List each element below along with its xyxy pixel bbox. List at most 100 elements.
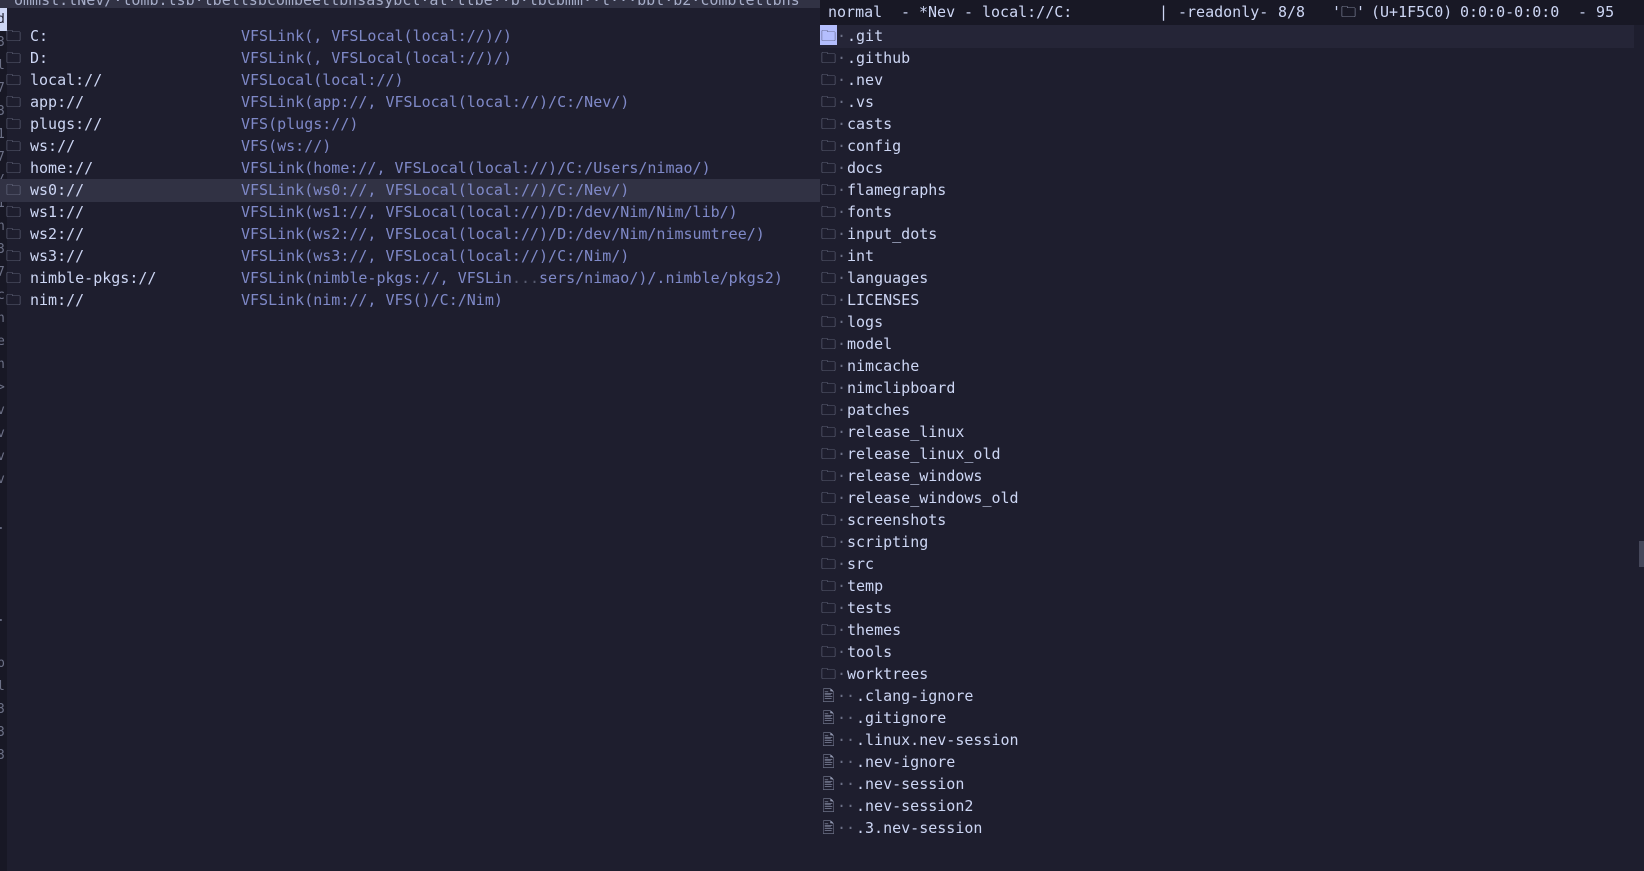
folder-entry[interactable]: 🗀 · int — [820, 245, 1634, 268]
indent-guide: · — [837, 93, 847, 111]
vfs-row[interactable]: 🗀 plugs:// VFS(plugs://) — [0, 113, 820, 136]
folder-entry[interactable]: 🗀 · screenshots — [820, 509, 1634, 532]
vfs-row[interactable]: 🗀 ws3:// VFSLink(ws3://, VFSLocal(local://… — [0, 245, 820, 268]
vfs-row[interactable]: 🗀 app:// VFSLink(app://, VFSLocal(local://… — [0, 91, 820, 114]
file-entry[interactable]: 🖹 ·· .clang-ignore — [820, 685, 1634, 708]
indent-guide: ·· — [837, 753, 856, 771]
folder-entry[interactable]: 🗀 · release_windows_old — [820, 487, 1634, 510]
entry-name: .git — [847, 27, 884, 45]
folder-entry[interactable]: 🗀 · flamegraphs — [820, 179, 1634, 202]
vfs-row[interactable]: 🗀 ws2:// VFSLink(ws2://, VFSLocal(local://… — [0, 223, 820, 246]
entry-name: .nev-ignore — [856, 753, 956, 771]
vfs-target-text: VFSLink(app://, VFSLocal(local://)/C:/Ne… — [241, 93, 630, 111]
folder-entry[interactable]: 🗀 · tests — [820, 597, 1634, 620]
entry-name: nimclipboard — [847, 379, 956, 397]
indent-guide: · — [837, 511, 847, 529]
folder-icon: 🗀 — [6, 137, 22, 155]
document-title: *Nev — [919, 3, 956, 21]
entry-name: release_windows_old — [847, 489, 1019, 507]
entry-name: release_windows — [847, 467, 983, 485]
folder-entry[interactable]: 🗀 · worktrees — [820, 663, 1634, 686]
vfs-row[interactable]: 🗀 nim:// VFSLink(nim://, VFS()/C:/Nim) — [0, 289, 820, 312]
vfs-row[interactable]: 🗀 D: VFSLink(, VFSLocal(local://)/) — [0, 47, 820, 70]
indent-guide: · — [837, 621, 847, 639]
folder-entry[interactable]: 🗀 · logs — [820, 311, 1634, 334]
entry-name: model — [847, 335, 893, 353]
folder-entry[interactable]: 🗀 · patches — [820, 399, 1634, 422]
indent-guide: ·· — [837, 687, 856, 705]
selection-range: 0:0:0-0:0:0 — [1460, 3, 1560, 21]
vfs-mount-name: ws1:// — [30, 203, 85, 221]
folder-entry[interactable]: 🗀 · .git — [820, 25, 1634, 48]
entry-name: input_dots — [847, 225, 938, 243]
indent-guide: ·· — [837, 775, 856, 793]
indent-guide: · — [837, 643, 847, 661]
folder-entry[interactable]: 🗀 · languages — [820, 267, 1634, 290]
vfs-row[interactable]: 🗀 ws1:// VFSLink(ws1://, VFSLocal(local://… — [0, 201, 820, 224]
indent-guide: ·· — [837, 709, 856, 727]
scrollbar-thumb[interactable] — [1639, 541, 1644, 567]
folder-entry[interactable]: 🗀 · .nev — [820, 69, 1634, 92]
folder-entry[interactable]: 🗀 · scripting — [820, 531, 1634, 554]
folder-entry[interactable]: 🗀 · release_linux — [820, 421, 1634, 444]
folder-icon: 🗀 — [820, 159, 836, 177]
file-entry[interactable]: 🖹 ·· .nev-session2 — [820, 795, 1634, 818]
file-entry[interactable]: 🖹 ·· .gitignore — [820, 707, 1634, 730]
folder-icon: 🗀 — [820, 269, 836, 287]
folder-icon: 🗀 — [6, 269, 22, 287]
vfs-mount-name: C: — [30, 27, 49, 45]
indent-guide: · — [837, 27, 847, 45]
folder-entry[interactable]: 🗀 · fonts — [820, 201, 1634, 224]
folder-icon: 🗀 — [820, 555, 836, 573]
folder-icon: 🗀 — [820, 533, 836, 551]
vfs-target-text: VFSLink(home://, VFSLocal(local://)/C:/U… — [241, 159, 711, 177]
vfs-row[interactable]: 🗀 C: VFSLink(, VFSLocal(local://)/) — [0, 25, 820, 48]
folder-entry[interactable]: 🗀 · temp — [820, 575, 1634, 598]
file-icon: 🖹 — [822, 775, 835, 793]
folder-entry[interactable]: 🗀 · release_linux_old — [820, 443, 1634, 466]
folder-entry[interactable]: 🗀 · .github — [820, 47, 1634, 70]
folder-icon: 🗀 — [820, 379, 836, 397]
entry-name: release_linux — [847, 423, 965, 441]
vfs-mount-list[interactable]: 🗀 C: VFSLink(, VFSLocal(local://)/) 🗀 D: VFSL… — [0, 25, 820, 871]
vfs-target: VFS(plugs://) — [241, 113, 358, 136]
file-explorer-pane[interactable]: normal - *Nev - local://C: | -readonly- … — [820, 0, 1644, 871]
folder-entry[interactable]: 🗀 · src — [820, 553, 1634, 576]
folder-entry[interactable]: 🗀 · docs — [820, 157, 1634, 180]
folder-entry[interactable]: 🗀 · release_windows — [820, 465, 1634, 488]
vfs-row[interactable]: 🗀 nimble-pkgs:// VFSLink(nimble-pkgs://, V… — [0, 267, 820, 290]
folder-entry[interactable]: 🗀 · nimcache — [820, 355, 1634, 378]
folder-entry[interactable]: 🗀 · LICENSES — [820, 289, 1634, 312]
file-entry[interactable]: 🖹 ·· .nev-session — [820, 773, 1634, 796]
vfs-row[interactable]: 🗀 local:// VFSLocal(local://) — [0, 69, 820, 92]
folder-entry[interactable]: 🗀 · tools — [820, 641, 1634, 664]
indent-guide: · — [837, 225, 847, 243]
folder-entry[interactable]: 🗀 · nimclipboard — [820, 377, 1634, 400]
folder-entry[interactable]: 🗀 · casts — [820, 113, 1634, 136]
file-entry[interactable]: 🖹 ·· .nev-ignore — [820, 751, 1634, 774]
entry-name: .vs — [847, 93, 875, 111]
folder-entry[interactable]: 🗀 · input_dots — [820, 223, 1634, 246]
vfs-row[interactable]: 🗀 ws0:// VFSLink(ws0://, VFSLocal(local://… — [0, 179, 820, 202]
folder-entry[interactable]: 🗀 · themes — [820, 619, 1634, 642]
status-separator: - — [901, 3, 911, 21]
folder-entry[interactable]: 🗀 · model — [820, 333, 1634, 356]
file-entry[interactable]: 🖹 ·· .linux.nev-session — [820, 729, 1634, 752]
folder-entry[interactable]: 🗀 · .vs — [820, 91, 1634, 114]
file-icon: 🖹 — [822, 731, 835, 749]
vfs-row[interactable]: 🗀 home:// VFSLink(home://, VFSLocal(local:… — [0, 157, 820, 180]
folder-icon: 🗀 — [6, 49, 22, 67]
file-icon: 🖹 — [822, 819, 835, 837]
vfs-row[interactable]: 🗀 ws:// VFS(ws://) — [0, 135, 820, 158]
vfs-target-text: VFS(ws://) — [241, 137, 332, 155]
file-entry[interactable]: 🖹 ·· .3.nev-session — [820, 817, 1634, 840]
vfs-mount-name: D: — [30, 49, 49, 67]
indent-guide: · — [837, 599, 847, 617]
folder-icon: 🗀 — [820, 181, 836, 199]
indent-guide: · — [837, 423, 847, 441]
folder-icon: 🗀 — [820, 599, 836, 617]
vfs-mount-name: ws2:// — [30, 225, 85, 243]
vfs-mount-name: ws:// — [30, 137, 76, 155]
vfs-target-text: VFSLink(, VFSLocal(local://)/) — [241, 27, 512, 45]
folder-entry[interactable]: 🗀 · config — [820, 135, 1634, 158]
